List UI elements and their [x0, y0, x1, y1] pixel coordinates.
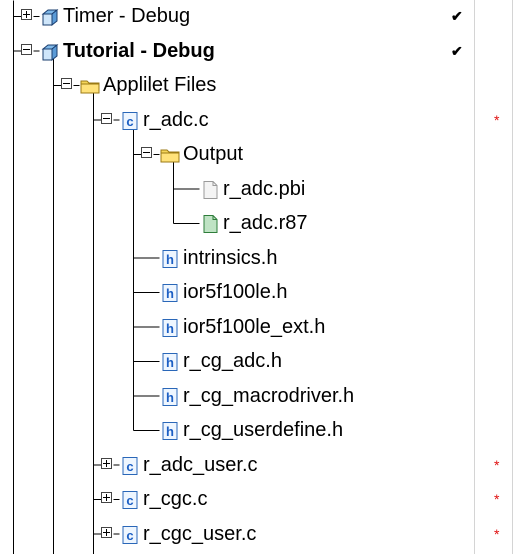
tree-item-label[interactable]: r_adc.c	[143, 103, 209, 137]
collapse-minus-icon[interactable]	[101, 112, 112, 124]
checkmark-icon: ✔	[451, 42, 463, 59]
tree-item-label[interactable]: intrinsics.h	[183, 241, 277, 275]
tree-item[interactable]: h r_cg_macrodriver.h	[0, 379, 515, 413]
workspace-file-tree: Timer - Debug ✔ Tutorial - Debug ✔ Applilet …	[0, 0, 515, 554]
tree-item[interactable]: h r_cg_adc.h	[0, 344, 515, 378]
h-file-icon: h	[160, 387, 180, 413]
tree-item[interactable]: r_adc.pbi	[0, 172, 515, 206]
modified-marker: *	[494, 456, 500, 473]
svg-text:h: h	[166, 286, 174, 301]
folder-icon	[160, 145, 180, 171]
h-file-icon: h	[160, 283, 180, 309]
svg-text:c: c	[126, 459, 133, 474]
c-file-icon: c	[120, 111, 140, 137]
svg-text:h: h	[166, 390, 174, 405]
tree-item-label[interactable]: r_cgc_user.c	[143, 517, 256, 551]
h-file-icon: h	[160, 421, 180, 447]
tree-item-label[interactable]: Output	[183, 137, 243, 171]
tree-item[interactable]: h intrinsics.h	[0, 241, 515, 275]
collapse-minus-icon[interactable]	[141, 147, 152, 158]
modified-marker: *	[494, 111, 500, 128]
tree-item-label[interactable]: ior5f100le.h	[183, 275, 288, 309]
tree-item-label[interactable]: r_cg_userdefine.h	[183, 413, 343, 447]
tree-item[interactable]: Tutorial - Debug ✔	[0, 34, 515, 68]
h-file-icon: h	[160, 249, 180, 275]
modified-marker: *	[494, 491, 500, 507]
tree-item-label[interactable]: r_cgc.c	[143, 482, 207, 516]
tree-item[interactable]: h r_cg_userdefine.h	[0, 413, 515, 447]
c-file-icon: c	[120, 525, 140, 551]
collapse-minus-icon[interactable]	[21, 43, 32, 55]
svg-text:c: c	[126, 528, 133, 543]
svg-text:h: h	[166, 321, 174, 336]
expand-plus-icon[interactable]	[101, 492, 112, 503]
svg-text:h: h	[166, 355, 174, 370]
h-file-icon: h	[160, 318, 180, 344]
collapse-minus-icon[interactable]	[61, 78, 72, 89]
tree-item[interactable]: c r_cgc_user.c *	[0, 517, 515, 551]
tree-item[interactable]: Output	[0, 137, 515, 171]
tree-item[interactable]: c r_adc_user.c *	[0, 448, 515, 482]
tree-item[interactable]: Applilet Files	[0, 68, 515, 102]
tree-item-label[interactable]: Timer - Debug	[63, 0, 190, 33]
tree-item-label[interactable]: Applilet Files	[103, 68, 216, 102]
tree-item-label[interactable]: r_adc.r87	[223, 206, 308, 240]
tree-item-label[interactable]: r_cg_adc.h	[183, 344, 282, 378]
tree-item[interactable]: h ior5f100le_ext.h	[0, 310, 515, 344]
svg-text:h: h	[166, 424, 174, 439]
svg-text:c: c	[126, 114, 133, 129]
tree-item-label[interactable]: r_cg_macrodriver.h	[183, 379, 354, 413]
tree-item-label[interactable]: ior5f100le_ext.h	[183, 310, 325, 344]
tree-item[interactable]: r_adc.r87	[0, 206, 515, 240]
tree-item[interactable]: c r_adc.c *	[0, 103, 515, 137]
expand-plus-icon[interactable]	[101, 526, 112, 538]
tree-item[interactable]: c r_cgc.c *	[0, 482, 515, 516]
tree-item[interactable]: Timer - Debug ✔	[0, 0, 515, 33]
checkmark-icon: ✔	[451, 8, 463, 24]
modified-marker: *	[494, 525, 500, 542]
c-file-icon: c	[120, 456, 140, 482]
project-cube-icon	[40, 7, 60, 33]
tree-item-label[interactable]: Tutorial - Debug	[63, 34, 215, 68]
tree-item-label[interactable]: r_adc_user.c	[143, 448, 258, 482]
tree-item-label[interactable]: r_adc.pbi	[223, 172, 305, 206]
expand-plus-icon[interactable]	[21, 9, 32, 20]
folder-icon	[80, 76, 100, 102]
h-file-icon: h	[160, 352, 180, 378]
svg-text:h: h	[166, 252, 174, 267]
svg-text:c: c	[126, 493, 133, 508]
c-file-icon: c	[120, 490, 140, 516]
green-file-icon	[200, 214, 220, 240]
file-icon	[200, 180, 220, 206]
project-cube-icon	[40, 42, 60, 68]
expand-plus-icon[interactable]	[101, 457, 112, 469]
tree-item[interactable]: h ior5f100le.h	[0, 275, 515, 309]
